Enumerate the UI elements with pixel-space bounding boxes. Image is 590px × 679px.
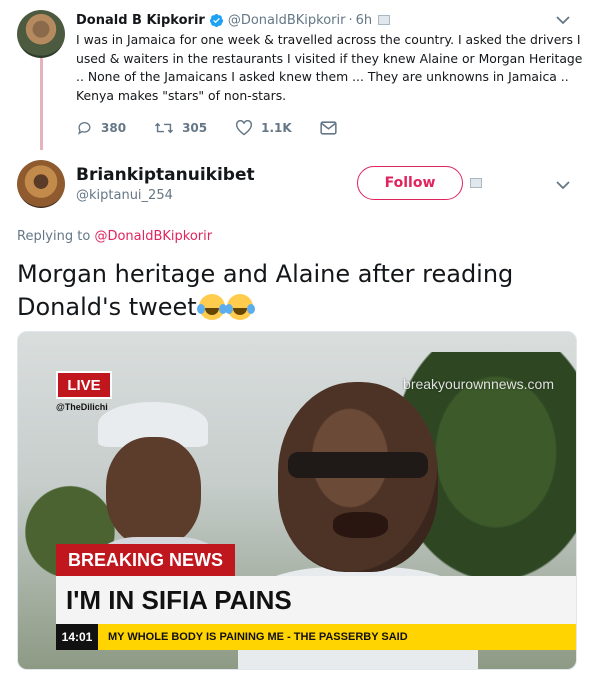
- breaking-news-label: BREAKING NEWS: [56, 544, 236, 576]
- thread-line: [40, 58, 43, 150]
- news-ticker: 14:01 MY WHOLE BODY IS PAINING ME - THE …: [56, 624, 576, 650]
- glasses: [288, 452, 428, 478]
- author-handle[interactable]: @DonaldBKipkorir: [228, 13, 346, 28]
- reply-author-handle[interactable]: @kiptanui_254: [76, 188, 173, 203]
- retweet-button[interactable]: 305: [154, 120, 207, 136]
- tears-of-joy-emoji-icon: [224, 294, 253, 320]
- reply-button[interactable]: 380: [76, 120, 126, 136]
- replying-to: Replying to @DonaldBKipkorir: [17, 229, 212, 244]
- chevron-down-icon[interactable]: [556, 15, 570, 25]
- attached-photo[interactable]: LIVE @TheDilichi breakyourownnews.com BR…: [17, 331, 577, 670]
- avatar[interactable]: [17, 10, 65, 58]
- reply-author-name[interactable]: Briankiptanuikibet: [76, 165, 255, 185]
- avatar[interactable]: [17, 160, 65, 208]
- mouth: [333, 512, 388, 538]
- author-name[interactable]: Donald B Kipkorir: [76, 13, 205, 28]
- follow-button[interactable]: Follow: [357, 166, 463, 200]
- reply-text: Morgan heritage and Alaine after reading…: [17, 258, 577, 324]
- tweet-text-line: I was in Jamaica for one week & travelle…: [76, 32, 581, 47]
- tweet-header: Donald B Kipkorir @DonaldBKipkorir · 6h: [76, 11, 391, 29]
- reply-text-line-2: Donald's tweet: [17, 293, 197, 321]
- parent-tweet[interactable]: Donald B Kipkorir @DonaldBKipkorir · 6h …: [0, 0, 590, 150]
- heart-icon: [236, 120, 253, 136]
- tweet-text-line: used & waiters in the restaurants I visi…: [76, 50, 583, 66]
- mail-icon: [320, 121, 337, 135]
- tweet-time[interactable]: 6h: [356, 13, 373, 28]
- channel-handle: @TheDilichi: [56, 402, 108, 412]
- like-button[interactable]: 1.1K: [235, 120, 292, 136]
- tweet-text-line: Kenya makes "stars" of non-stars.: [76, 87, 287, 103]
- tears-of-joy-emoji-icon: [196, 294, 225, 320]
- separator: ·: [348, 12, 353, 28]
- ticker-text: MY WHOLE BODY IS PAINING ME - THE PASSER…: [108, 631, 408, 643]
- replying-prefix: Replying to: [17, 229, 91, 244]
- face: [106, 437, 201, 547]
- embed-icon: [378, 15, 391, 25]
- dm-button[interactable]: [320, 121, 345, 135]
- watermark: breakyourownnews.com: [403, 376, 554, 392]
- chevron-down-icon[interactable]: [556, 180, 570, 190]
- reply-text-line: Donald's tweet: [17, 291, 577, 324]
- like-count: 1.1K: [261, 121, 292, 135]
- tweet-text: I was in Jamaica for one week & travelle…: [76, 31, 583, 105]
- tweet-text-line: .. None of the Jamaicans I asked knew th…: [76, 69, 569, 85]
- reply-count: 380: [101, 121, 127, 135]
- ticker-time: 14:01: [56, 624, 98, 650]
- embed-icon: [470, 178, 482, 188]
- replying-to-link[interactable]: @DonaldBKipkorir: [94, 229, 212, 244]
- reply-icon: [78, 122, 91, 135]
- live-badge: LIVE: [56, 371, 112, 399]
- tweet-actions: 380 305 1.1K: [76, 120, 373, 136]
- breaking-headline: I'M IN SIFIA PAINS: [56, 576, 576, 624]
- reply-text-line: Morgan heritage and Alaine after reading: [17, 260, 514, 288]
- verified-badge-icon: [209, 13, 223, 27]
- retweet-icon: [154, 122, 174, 134]
- retweet-count: 305: [182, 121, 208, 135]
